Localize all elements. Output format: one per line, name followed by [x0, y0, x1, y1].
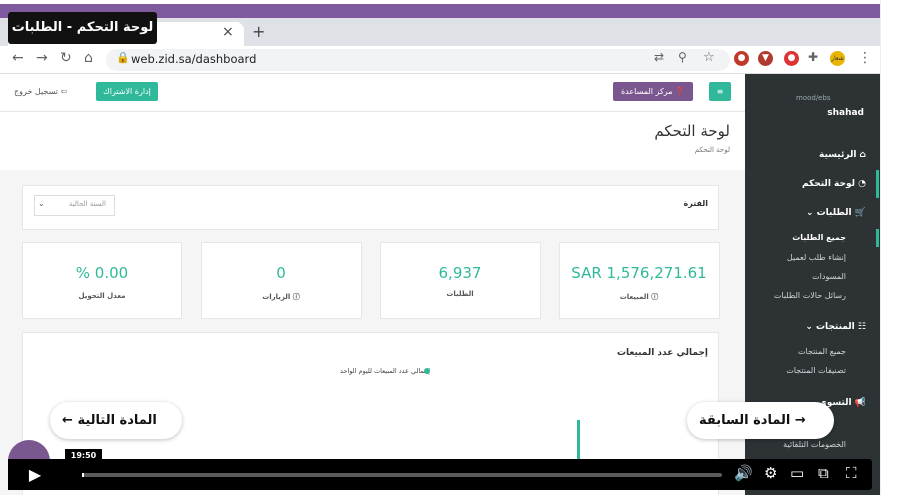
forward-icon[interactable]: →: [36, 50, 48, 66]
cast-icon[interactable]: ▭: [790, 464, 804, 482]
sidebar-sub-status-messages[interactable]: رسائل حالات الطلبات: [745, 291, 880, 300]
sidebar-sub-categories[interactable]: تصنيفات المنتجات: [745, 366, 880, 375]
period-filter-card: [22, 185, 719, 230]
progress-fill: [82, 473, 84, 477]
sidebar-item-orders[interactable]: 🛒 الطلبات ⌄: [745, 208, 880, 218]
stat-value: SAR 1,576,271.61: [571, 264, 707, 282]
pip-icon[interactable]: ⧉: [818, 464, 829, 482]
list-icon: ☷: [857, 322, 866, 332]
lock-icon[interactable]: 🔒: [116, 51, 130, 64]
sidebar-sub-all-products[interactable]: جميع المنتجات: [745, 347, 880, 356]
chart-title: إجمالي عدد المبيعات: [616, 348, 708, 358]
next-lesson-label: المادة التالية: [77, 413, 157, 428]
sidebar-item-home[interactable]: ⌂ الرئيسية: [745, 150, 880, 160]
legend-dot: [424, 368, 430, 374]
active-indicator: [876, 229, 879, 247]
sidebar-item-dashboard[interactable]: ◔ لوحة التحكم: [745, 179, 880, 189]
screen: × + ← → ↻ ⌂ 🔒 web.zid.sa/dashboard ⇄ ⚲ ☆…: [0, 0, 880, 495]
arrow-left-icon: ←: [62, 413, 73, 428]
stat-label: المبيعات ⓘ: [619, 293, 659, 301]
previous-lesson-button[interactable]: المادة السابقة →: [687, 402, 834, 439]
puzzle-icon[interactable]: ✚: [808, 50, 818, 64]
store-name: shahad: [827, 108, 864, 118]
active-indicator: [876, 170, 879, 198]
reload-icon[interactable]: ↻: [60, 50, 72, 66]
sidebar-sub-create-order[interactable]: إنشاء طلب لعميل: [745, 253, 880, 262]
stat-label: الزيارات ⓘ: [262, 293, 300, 301]
gauge-icon: ◔: [858, 179, 866, 189]
home-icon: ⌂: [859, 150, 866, 160]
menu-dots-icon[interactable]: ⋮: [858, 50, 872, 66]
page-header: [0, 112, 745, 170]
lesson-title-tag: لوحة التحكم - الطلبات: [8, 12, 157, 44]
right-edge: [880, 0, 899, 495]
megaphone-icon: 📢: [854, 398, 866, 408]
cart-icon: 🛒: [854, 208, 866, 218]
period-select-value[interactable]: السنة الحالية: [60, 200, 106, 208]
stat-label: الطلبات: [446, 290, 474, 298]
page-title: لوحة التحكم: [654, 122, 730, 140]
volume-icon[interactable]: 🔊: [734, 464, 753, 482]
period-label: الفترة: [683, 199, 708, 208]
home-icon[interactable]: ⌂: [84, 50, 93, 66]
sidebar-sub-all-orders[interactable]: جميع الطلبات: [745, 233, 880, 242]
help-center-button[interactable]: مركز المساعدة ❓: [613, 82, 693, 101]
stat-label: معدل التحويل: [78, 292, 126, 300]
fullscreen-icon[interactable]: ⛶: [846, 464, 857, 482]
subscription-button[interactable]: إدارة الاشتراك: [96, 82, 158, 101]
url-text[interactable]: web.zid.sa/dashboard: [131, 52, 256, 66]
logout-label: تسجيل خروج: [14, 87, 58, 96]
help-center-label: مركز المساعدة: [620, 87, 673, 96]
play-icon[interactable]: ▶: [8, 459, 62, 490]
logout-link[interactable]: تسجيل خروج ⇦: [14, 87, 67, 96]
profile-avatar[interactable]: شعار: [830, 51, 845, 66]
new-tab-button[interactable]: +: [252, 22, 265, 41]
chevron-down-icon[interactable]: ⌄: [38, 199, 45, 208]
shield-extension-icon[interactable]: ▼: [758, 51, 773, 66]
stat-value: 0: [276, 264, 286, 282]
close-tab-icon[interactable]: ×: [222, 24, 234, 40]
hover-time-label: 19:50: [65, 449, 102, 463]
extension-badge-icon[interactable]: ●: [784, 51, 799, 66]
sidebar-sub-auto-discounts[interactable]: الخصومات التلقائية: [745, 440, 880, 449]
back-icon[interactable]: ←: [12, 50, 24, 66]
breadcrumb[interactable]: لوحة التحكم: [560, 146, 730, 154]
bookmark-star-icon[interactable]: ☆: [703, 50, 715, 65]
sidebar-sub-drafts[interactable]: المسودات: [745, 272, 880, 281]
stat-value: % 0.00: [75, 264, 129, 282]
arrow-right-icon: →: [794, 413, 806, 428]
extension-icon[interactable]: ●: [734, 51, 749, 66]
stat-value: 6,937: [438, 264, 482, 282]
chart-legend[interactable]: إجمالي عدد المبيعات لليوم الواحد: [250, 367, 430, 375]
zoom-icon[interactable]: ⚲: [678, 50, 687, 64]
next-lesson-button[interactable]: ← المادة التالية: [50, 402, 182, 439]
store-logo: mood/ebs: [796, 94, 831, 102]
progress-track[interactable]: [82, 473, 722, 477]
hamburger-button[interactable]: ≡: [709, 82, 731, 101]
previous-lesson-label: المادة السابقة: [699, 413, 791, 428]
sidebar-item-products[interactable]: ☷ المنتجات ⌄: [745, 322, 880, 332]
translate-icon[interactable]: ⇄: [654, 50, 664, 64]
settings-gear-icon[interactable]: ⚙: [764, 464, 777, 482]
